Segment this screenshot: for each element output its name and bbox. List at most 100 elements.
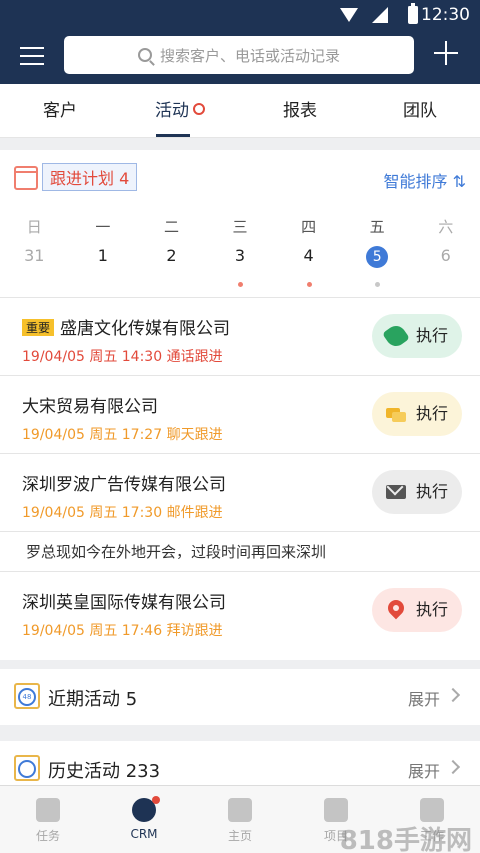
date-label: 2 (166, 246, 177, 265)
date-label: 31 (24, 246, 45, 265)
weekday-label: 四 (301, 218, 317, 236)
task-item[interactable]: 重要 盛唐文化传媒有限公司 19/04/05 周五 14:30 通话跟进 执行 (0, 298, 480, 376)
company-name: 深圳英皇国际传媒有限公司 (22, 593, 226, 613)
weekday-label: 三 (232, 218, 248, 236)
recent-activity-icon: 48 (14, 683, 40, 709)
search-input[interactable]: 搜索客户、电话或活动记录 (64, 36, 414, 74)
signal-icon (372, 7, 388, 23)
tab-label: 客户 (43, 101, 77, 121)
company-name: 盛唐文化传媒有限公司 (60, 319, 231, 339)
activity-dot (306, 282, 312, 287)
top-tabs: 客户 活动 报表 团队 (0, 84, 480, 138)
weekday-label: 一 (95, 218, 111, 236)
tab-customers[interactable]: 客户 (0, 84, 120, 137)
menu-icon[interactable] (20, 45, 46, 67)
recent-activities-title: 近期活动 5 (48, 689, 138, 710)
date-label-wrap: 5 (343, 244, 412, 268)
mail-icon (386, 485, 406, 499)
task-meta: 19/04/05 周五 17:27 聊天跟进 (22, 427, 223, 443)
projects-icon (324, 798, 348, 822)
home-icon (228, 798, 252, 822)
execute-label: 执行 (416, 482, 449, 501)
date-label: 5 (366, 246, 389, 268)
weekday-label: 二 (163, 218, 179, 236)
tab-activities[interactable]: 活动 (120, 84, 240, 137)
recent-activities-section[interactable]: 48 近期活动 5 展开 (0, 669, 480, 725)
phone-icon (382, 322, 410, 350)
nav-label: 任务 (35, 829, 60, 843)
add-icon[interactable] (434, 41, 458, 65)
date-label: 6 (440, 246, 451, 265)
expand-button[interactable]: 展开 (408, 686, 440, 710)
date-label: 1 (97, 246, 108, 265)
plan-header: 跟进计划 4 智能排序 ⇅ (0, 150, 480, 206)
execute-button[interactable]: 执行 (372, 588, 462, 632)
wifi-icon (340, 8, 358, 22)
calendar-icon (14, 166, 38, 190)
nav-crm[interactable]: CRM (96, 786, 192, 853)
weekday-label: 五 (369, 218, 385, 236)
execute-button[interactable]: 执行 (372, 392, 462, 436)
calendar-day-selected[interactable]: 五5 (343, 206, 412, 297)
company-name: 大宋贸易有限公司 (22, 397, 158, 417)
calendar-day[interactable]: 三3 (206, 206, 275, 297)
history-clock-icon (14, 755, 40, 781)
weekday-label: 日 (26, 218, 42, 236)
recent-icon-text: 48 (18, 688, 36, 706)
work-grid-icon (420, 798, 444, 822)
location-pin-icon (384, 596, 408, 620)
status-bar: 12:30 (0, 0, 480, 30)
task-note: 罗总现如今在外地开会，过段时间再回来深圳 (0, 532, 480, 572)
calendar-day[interactable]: 四4 (274, 206, 343, 297)
tab-label: 活动 (155, 101, 189, 121)
nav-tasks[interactable]: 任务 (0, 786, 96, 853)
activity-dot (238, 282, 244, 287)
tab-label: 团队 (403, 101, 437, 121)
nav-home[interactable]: 主页 (192, 786, 288, 853)
smart-sort-button[interactable]: 智能排序 ⇅ (384, 168, 467, 192)
company-name: 深圳罗波广告传媒有限公司 (22, 475, 226, 495)
task-meta: 19/04/05 周五 17:46 拜访跟进 (22, 623, 223, 639)
clock-face (18, 760, 36, 778)
app-bar: 搜索客户、电话或活动记录 (0, 30, 480, 84)
execute-label: 执行 (416, 326, 449, 345)
task-company: 重要 盛唐文化传媒有限公司 (22, 314, 230, 339)
tab-label: 报表 (283, 101, 317, 121)
chevron-right-icon (445, 687, 461, 703)
tab-team[interactable]: 团队 (360, 84, 480, 137)
nav-label: CRM (130, 827, 158, 841)
weekday-label: 六 (438, 218, 454, 236)
execute-button[interactable]: 执行 (372, 314, 462, 358)
chevron-right-icon (445, 759, 461, 775)
expand-button[interactable]: 展开 (408, 758, 440, 782)
status-time: 12:30 (421, 5, 470, 25)
chat-icon (386, 404, 406, 424)
date-label: 4 (303, 246, 314, 265)
execute-button[interactable]: 执行 (372, 470, 462, 514)
task-meta: 19/04/05 周五 14:30 通话跟进 (22, 349, 223, 365)
search-icon (137, 48, 152, 62)
task-item[interactable]: 大宋贸易有限公司 19/04/05 周五 17:27 聊天跟进 执行 (0, 376, 480, 454)
follow-up-plan-card: 跟进计划 4 智能排序 ⇅ 日 31 一1 二2 三3 四4 五5 六6 重要 盛唐… (0, 150, 480, 660)
task-meta: 19/04/05 周五 17:30 邮件跟进 (22, 505, 223, 521)
tab-reports[interactable]: 报表 (240, 84, 360, 137)
calendar-day[interactable]: 六6 (411, 206, 480, 297)
calendar-day[interactable]: 日 31 (0, 206, 69, 297)
watermark: 818手游网 (339, 826, 472, 853)
activity-dot (375, 282, 381, 287)
date-label: 3 (234, 246, 246, 265)
execute-label: 执行 (416, 600, 449, 619)
week-calendar: 日 31 一1 二2 三3 四4 五5 六6 (0, 206, 480, 298)
calendar-day[interactable]: 一1 (69, 206, 138, 297)
history-activities-title: 历史活动 233 (48, 761, 161, 782)
notification-dot (152, 796, 160, 804)
search-placeholder: 搜索客户、电话或活动记录 (159, 46, 340, 65)
task-item[interactable]: 深圳英皇国际传媒有限公司 19/04/05 周五 17:46 拜访跟进 执行 (0, 572, 480, 650)
alarm-icon (193, 103, 205, 115)
important-badge: 重要 (22, 319, 55, 336)
tab-indicator (156, 134, 190, 137)
task-item[interactable]: 深圳罗波广告传媒有限公司 19/04/05 周五 17:30 邮件跟进 执行 (0, 454, 480, 532)
battery-icon (408, 3, 418, 24)
calendar-day[interactable]: 二2 (137, 206, 206, 297)
plan-title[interactable]: 跟进计划 4 (42, 163, 138, 191)
